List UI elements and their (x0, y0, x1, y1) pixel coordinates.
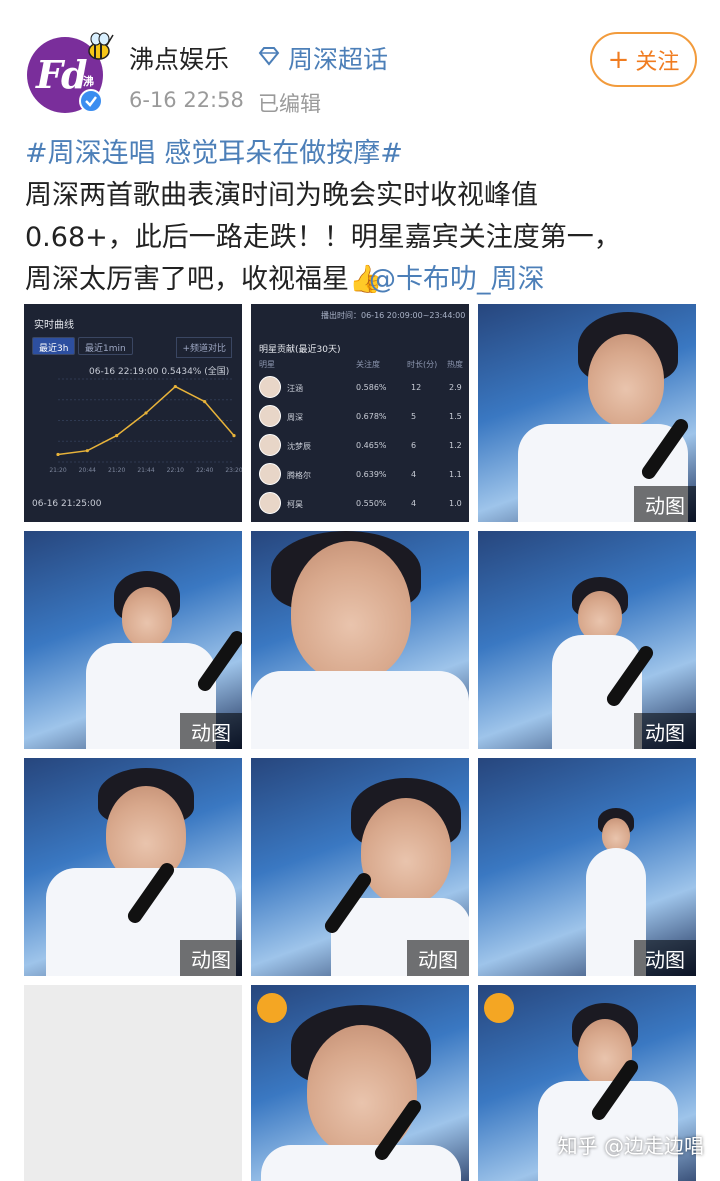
photo-thumbnail[interactable]: 动图 (478, 531, 696, 749)
follow-label: 关注 (635, 49, 680, 75)
ranking-table-image[interactable]: 播出时间：06-16 20:09:00~23:44:00 明星贡献(最近30天)… (251, 304, 469, 522)
photo-thumbnail[interactable] (251, 985, 469, 1181)
chart-point (203, 400, 207, 404)
chart-x-tick: 22:40 (196, 467, 213, 474)
chart-x-tick: 23:20 (225, 467, 242, 474)
gif-badge: 动图 (634, 713, 696, 749)
chart-x-tick: 21:44 (137, 467, 154, 474)
ranking-minutes: 5 (411, 412, 417, 421)
ranking-heat: 2.9 (449, 383, 462, 392)
ranking-name: 周深 (287, 413, 303, 422)
gif-badge: 动图 (180, 940, 242, 976)
channel-logo-icon (484, 993, 514, 1023)
gif-badge: 动图 (634, 940, 696, 976)
media-grid: 实时曲线 最近3h 最近1min +频道对比 06-16 22:19:00 0.… (24, 304, 696, 1181)
ranking-minutes: 6 (411, 441, 417, 450)
rating-chart-image[interactable]: 实时曲线 最近3h 最近1min +频道对比 06-16 22:19:00 0.… (24, 304, 242, 522)
ranking-avatar (259, 405, 281, 427)
photo-thumbnail[interactable] (251, 531, 469, 749)
ranking-header: 热度 (447, 360, 463, 369)
channel-logo-icon (257, 993, 287, 1023)
follow-button[interactable]: + 关注 (590, 32, 697, 87)
post-line-2: 0.68+，此后一路走跌！！明星嘉宾关注度第一， (25, 222, 621, 253)
mention-link[interactable]: @卡布叻_周深 (369, 264, 545, 295)
ranking-row: 柯昊 0.550% 4 1.0 (259, 490, 464, 518)
photo-thumbnail[interactable]: 动图 (251, 758, 469, 976)
photo-thumbnail[interactable]: 动图 (24, 531, 242, 749)
ranking-avatar (259, 492, 281, 514)
photo-thumbnail[interactable]: 动图 (478, 758, 696, 976)
ranking-row: 汪涵 0.586% 12 2.9 (259, 374, 464, 402)
photo-thumbnail[interactable]: 动图 (24, 758, 242, 976)
photo-placeholder[interactable] (24, 985, 242, 1181)
chart-x-tick: 22:10 (167, 467, 184, 474)
chart-x-tick: 20:44 (79, 467, 96, 474)
ranking-heat: 1.2 (449, 441, 462, 450)
rating-line-chart: 21:20 20:44 21:20 21:44 22:10 22:40 23:20 (49, 378, 242, 474)
ranking-heat: 1.0 (449, 499, 462, 508)
ranking-avatar (259, 434, 281, 456)
chart-point (85, 449, 89, 453)
ranking-heat: 1.1 (449, 470, 462, 479)
chart-point (232, 433, 236, 438)
chart-point (144, 411, 148, 415)
ranking-row: 腾格尔 0.639% 4 1.1 (259, 461, 464, 489)
ranking-row: 周深 0.678% 5 1.5 (259, 403, 464, 431)
bee-icon (88, 32, 114, 60)
verified-check-icon (79, 89, 103, 113)
ranking-avatar (259, 376, 281, 398)
watermark: 知乎 @边走边唱 (557, 1134, 704, 1158)
author-name[interactable]: 沸点娱乐 (129, 40, 229, 76)
gif-badge: 动图 (407, 940, 469, 976)
ranking-title: 明星贡献(最近30天) (259, 345, 341, 355)
ranking-name: 腾格尔 (287, 471, 311, 480)
ranking-share: 0.550% (356, 499, 387, 508)
ranking-range: 播出时间：06-16 20:09:00~23:44:00 (321, 311, 466, 320)
post-line-1: 周深两首歌曲表演时间为晚会实时收视峰值 (25, 180, 538, 211)
chart-x-tick: 21:20 (49, 467, 66, 474)
ranking-header-row: 明星 关注度 时长(分) 热度 (259, 359, 464, 373)
supertopic-link[interactable]: 周深超话 (288, 40, 388, 76)
chart-point (173, 384, 177, 389)
ranking-name: 柯昊 (287, 500, 303, 509)
gif-badge: 动图 (180, 713, 242, 749)
ranking-minutes: 12 (411, 383, 422, 392)
chart-point (56, 452, 60, 457)
ranking-share: 0.586% (356, 383, 387, 392)
post-line-3: 周深太厉害了吧，收视福星 (25, 264, 349, 295)
hashtag-link[interactable]: #周深连唱 感觉耳朵在做按摩# (25, 138, 403, 169)
edited-label: 已编辑 (258, 92, 321, 116)
thumbs-up-icon: 👍 (349, 264, 383, 295)
ranking-header: 明星 (259, 360, 275, 369)
ranking-name: 汪涵 (287, 384, 303, 393)
ranking-header: 时长(分) (407, 360, 438, 369)
avatar-logo-sub: 沸 (83, 75, 94, 88)
ranking-share: 0.639% (356, 470, 387, 479)
plus-icon: + (607, 44, 630, 75)
ranking-minutes: 4 (411, 470, 417, 479)
ranking-name: 沈梦辰 (287, 442, 311, 451)
photo-thumbnail[interactable]: 动图 (478, 304, 696, 522)
chart-x-tick: 21:20 (108, 467, 125, 474)
post-text: #周深连唱 感觉耳朵在做按摩# 周深两首歌曲表演时间为晚会实时收视峰值 0.68… (25, 133, 700, 301)
ranking-share: 0.465% (356, 441, 387, 450)
ranking-avatar (259, 463, 281, 485)
ranking-header: 关注度 (356, 360, 380, 369)
supertopic-diamond-icon (258, 47, 280, 66)
ranking-row: 沈梦辰 0.465% 6 1.2 (259, 432, 464, 460)
post-header: Fd 沸 沸点娱乐 周深超话 6-16 22:58 已编辑 + 关注 (0, 0, 720, 130)
post-timestamp: 6-16 22:58 (129, 88, 244, 112)
chart-footer-time: 06-16 21:25:00 (32, 499, 102, 509)
ranking-share: 0.678% (356, 412, 387, 421)
gif-badge: 动图 (634, 486, 696, 522)
ranking-minutes: 4 (411, 499, 417, 508)
ranking-heat: 1.5 (449, 412, 462, 421)
chart-point (115, 433, 119, 438)
